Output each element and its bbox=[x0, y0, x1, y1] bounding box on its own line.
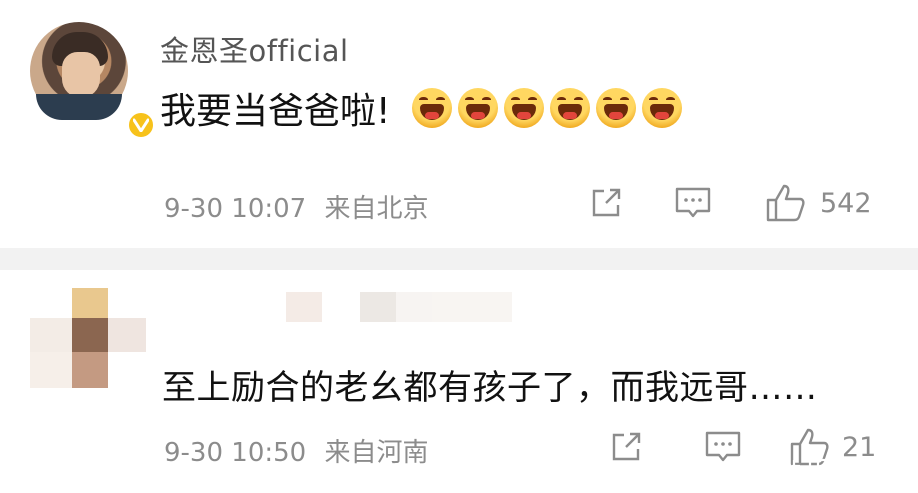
share-icon bbox=[612, 432, 641, 461]
pixelated-username bbox=[286, 292, 556, 326]
post-actions: 542 bbox=[586, 182, 872, 224]
like-button[interactable]: 542 bbox=[764, 182, 872, 224]
avatar-face bbox=[62, 52, 100, 98]
share-icon bbox=[592, 188, 621, 217]
user-avatar[interactable] bbox=[30, 22, 156, 140]
like-count: 542 bbox=[820, 187, 872, 219]
post-content: 我要当爸爸啦! bbox=[160, 82, 683, 134]
comment-item: 至上励合的老幺都有孩子了，而我远哥…… 9-30 10:50 来自河南 21 bbox=[0, 270, 918, 493]
watermark bbox=[754, 456, 904, 485]
comment-timestamp: 9-30 10:50 bbox=[164, 438, 307, 468]
weibo-post: 金恩圣official 我要当爸爸啦! 9-30 10:07 来自北京 542 bbox=[0, 0, 918, 248]
post-timestamp: 9-30 10:07 bbox=[164, 194, 307, 224]
post-source: 来自北京 bbox=[324, 194, 429, 224]
laughing-emoji-icon bbox=[504, 88, 545, 128]
laughing-emoji-icon bbox=[550, 88, 591, 128]
comment-share-button[interactable] bbox=[606, 427, 646, 467]
post-text: 我要当爸爸啦! bbox=[160, 91, 391, 132]
post-meta: 9-30 10:07 来自北京 bbox=[164, 188, 428, 225]
comment-button[interactable] bbox=[672, 183, 714, 223]
comment-text: 至上励合的老幺都有孩子了，而我远哥…… bbox=[162, 368, 818, 408]
laughing-emoji-icon bbox=[412, 88, 453, 128]
emoji-row bbox=[412, 88, 683, 128]
comment-reply-button[interactable] bbox=[702, 427, 744, 467]
laughing-emoji-icon bbox=[458, 88, 499, 128]
share-button[interactable] bbox=[586, 183, 626, 223]
watermark-icon bbox=[758, 458, 900, 480]
thumbs-up-icon bbox=[766, 184, 805, 222]
comment-source: 来自河南 bbox=[324, 438, 429, 468]
comment-icon bbox=[705, 431, 741, 462]
laughing-emoji-icon bbox=[642, 88, 683, 128]
laughing-emoji-icon bbox=[596, 88, 637, 128]
pixelated-avatar bbox=[30, 288, 146, 398]
section-divider bbox=[0, 248, 918, 270]
username[interactable]: 金恩圣official bbox=[160, 28, 349, 70]
comment-icon bbox=[675, 187, 711, 218]
comment-meta: 9-30 10:50 来自河南 bbox=[164, 432, 428, 469]
avatar-shirt bbox=[36, 94, 122, 120]
verified-badge-icon bbox=[126, 110, 156, 140]
